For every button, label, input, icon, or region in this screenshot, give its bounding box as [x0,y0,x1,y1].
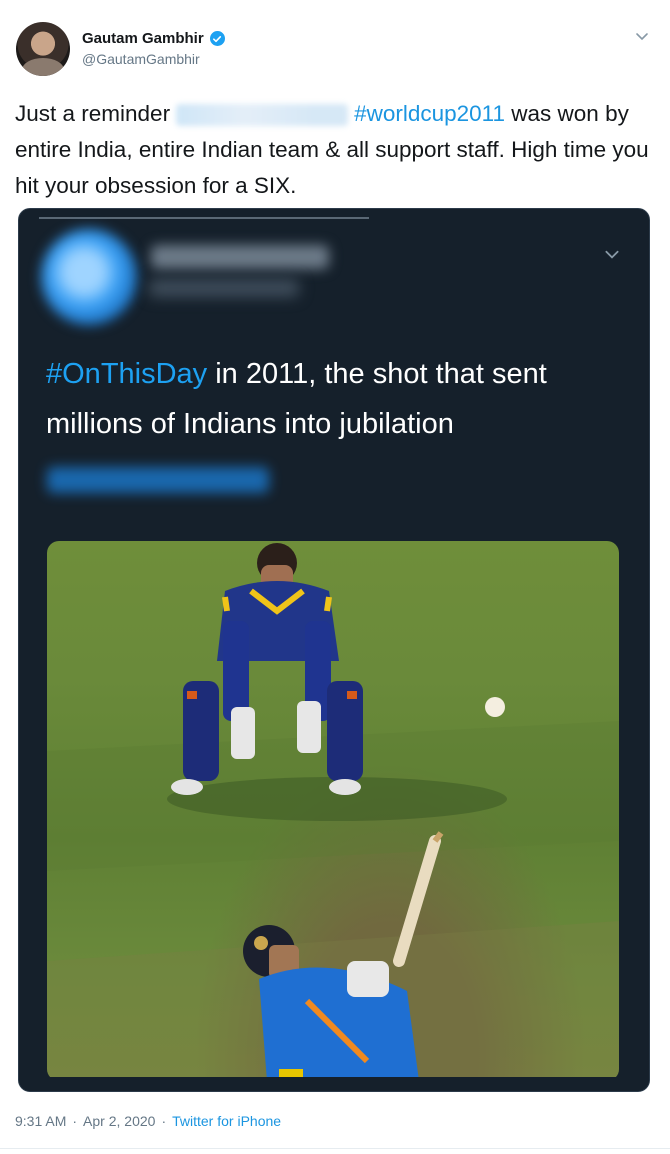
author-display-name[interactable]: Gautam Gambhir [82,30,204,47]
avatar-shoulders [22,58,64,76]
quoted-handle-blurred [149,279,299,297]
hashtag-link[interactable]: #worldcup2011 [354,101,505,126]
tweet-text-before: Just a reminder [15,101,171,126]
tweet-photo[interactable] [47,541,619,1081]
tweet-text: Just a reminder #worldcup2011 was won by … [15,96,655,204]
bottom-divider [0,1148,670,1149]
author-handle[interactable]: @GautamGambhir [82,51,200,67]
tweet-card: Gautam Gambhir @GautamGambhir Just a rem… [0,0,670,1154]
quoted-hashtag-link[interactable]: #OnThisDay [46,358,207,390]
quoted-link-blurred [47,467,269,493]
tweet-time[interactable]: 9:31 AM [15,1113,66,1129]
chevron-down-icon[interactable] [634,28,650,44]
quoted-avatar-blurred [41,229,137,325]
redacted-mention [176,104,349,127]
cricket-photo-illustration [47,543,619,1081]
quoted-tweet-text: #OnThisDay in 2011, the shot that sent m… [46,349,636,449]
quote-bottom-edge [19,1077,649,1091]
verified-badge-icon [209,31,225,46]
quoted-name-blurred [151,245,329,269]
quote-divider [39,217,369,219]
author-name-row[interactable]: Gautam Gambhir [82,30,225,47]
tweet-source-link[interactable]: Twitter for iPhone [172,1113,281,1129]
tweet-meta: 9:31 AM · Apr 2, 2020 · Twitter for iPho… [15,1113,281,1129]
chevron-down-icon[interactable] [603,245,621,263]
tweet-date[interactable]: Apr 2, 2020 [83,1113,155,1129]
quoted-tweet[interactable]: #OnThisDay in 2011, the shot that sent m… [18,208,650,1092]
author-avatar[interactable] [16,22,70,76]
meta-separator: · [72,1113,78,1129]
meta-separator-2: · [161,1113,167,1129]
